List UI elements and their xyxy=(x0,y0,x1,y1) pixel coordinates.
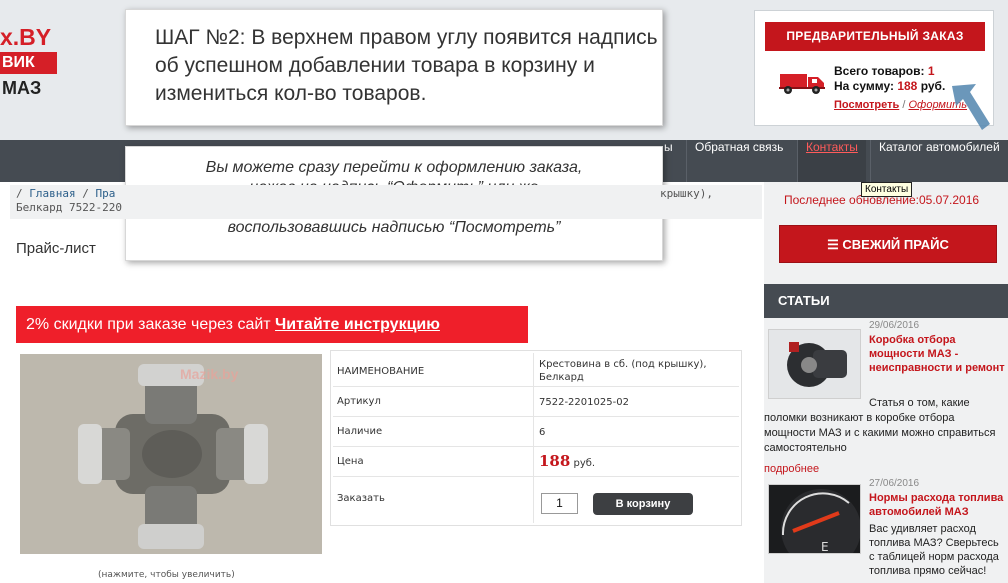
name-value: Крестовина в сб. (под крышку), Белкард xyxy=(539,359,707,383)
sum-value: 188 xyxy=(897,79,918,93)
article-title[interactable]: Нормы расхода топлива автомобилей МАЗ xyxy=(869,491,1005,519)
name-label: НАИМЕНОВАНИЕ xyxy=(337,366,425,377)
read-more-link[interactable]: подробнее xyxy=(764,463,819,475)
promo-instructions-link[interactable]: Читайте инструкцию xyxy=(275,316,440,333)
callout-step2-text: ШАГ №2: В верхнем правом углу появится н… xyxy=(155,26,658,105)
logo-text[interactable]: x.BY xyxy=(0,24,51,51)
cart-summary: Всего товаров: 1 На сумму: 188 руб. xyxy=(834,64,945,94)
instruction-callout-step2: ШАГ №2: В верхнем правом углу появится н… xyxy=(125,9,663,126)
total-items-label: Всего товаров: xyxy=(834,64,925,78)
sum-currency: руб. xyxy=(920,79,946,93)
article-title[interactable]: Коробка отбора мощности МАЗ - неисправно… xyxy=(869,333,1005,375)
cart-link-separator: / xyxy=(902,99,906,111)
article-value: 7522-2201025-02 xyxy=(539,397,629,408)
svg-text:E: E xyxy=(821,540,829,554)
article-thumbnail[interactable] xyxy=(768,329,861,399)
nav-item-feedback[interactable]: Обратная связь xyxy=(686,140,791,182)
cross-joint-image xyxy=(20,354,322,554)
sum-label: На сумму: xyxy=(834,79,894,93)
view-cart-link[interactable]: Посмотреть xyxy=(834,99,899,111)
price-cell: 188 руб. xyxy=(539,452,595,470)
price-value: 188 xyxy=(539,452,571,470)
truck-icon xyxy=(779,74,825,94)
fresh-price-button[interactable]: ☰ СВЕЖИЙ ПРАЙС xyxy=(779,225,997,263)
product-photo[interactable]: Mazik.by xyxy=(20,354,322,554)
nav-item-catalog[interactable]: Каталог автомобилей xyxy=(870,140,1008,182)
fresh-price-label: СВЕЖИЙ ПРАЙС xyxy=(842,237,949,252)
stock-label: Наличие xyxy=(337,426,383,437)
pointer-arrow-icon xyxy=(952,84,990,130)
list-icon: ☰ xyxy=(827,237,843,252)
tooltip: Контакты xyxy=(861,182,913,197)
nav-item-contacts[interactable]: Контакты xyxy=(797,140,866,182)
article-desc-full: Статья о том, какие поломки возникают в … xyxy=(764,397,996,454)
article-desc-2: Вас удивляет расход топлива МАЗ? Сверьте… xyxy=(869,523,999,577)
total-items-value: 1 xyxy=(927,64,935,78)
article-date: 29/06/2016 xyxy=(869,320,920,331)
watermark: Mazik.by xyxy=(180,366,239,382)
add-to-cart-button[interactable]: В корзину xyxy=(593,493,693,515)
logo-badge[interactable]: ВИК xyxy=(0,52,57,74)
article-thumbnail[interactable]: E xyxy=(768,484,861,554)
order-label: Заказать xyxy=(337,493,385,504)
stock-value: 6 xyxy=(539,427,546,438)
zoom-hint: (нажмите, чтобы увеличить) xyxy=(98,570,235,580)
breadcrumb-pricelist[interactable]: Пра xyxy=(95,187,115,200)
promo-banner: 2% скидки при заказе через сайт Читайте … xyxy=(16,306,528,343)
table-row: НАИМЕНОВАНИЕ Крестовина в сб. (под крышк… xyxy=(333,353,739,387)
article-label: Артикул xyxy=(337,396,381,407)
breadcrumb-line2: Белкард 7522-220 xyxy=(16,201,122,214)
breadcrumb-tail: крышку), xyxy=(660,187,713,200)
price-currency: руб. xyxy=(573,458,596,469)
preorder-button[interactable]: ПРЕДВАРИТЕЛЬНЫЙ ЗАКАЗ xyxy=(765,22,985,51)
table-row: Заказать 1 В корзину xyxy=(333,477,739,523)
sidebar: Последнее обновление:05.07.2016 ☰ СВЕЖИЙ… xyxy=(764,182,1008,583)
article-date: 27/06/2016 xyxy=(869,478,920,489)
logo-subtitle: МАЗ xyxy=(2,78,42,98)
page-title: Прайс-лист xyxy=(16,240,96,257)
quantity-input[interactable]: 1 xyxy=(541,493,578,514)
price-label: Цена xyxy=(337,456,364,467)
articles-heading: СТАТЬИ xyxy=(764,284,1008,318)
breadcrumb: / Главная / Пра крышку), Белкард 7522-220 xyxy=(10,185,762,219)
promo-text: 2% скидки при заказе через сайт xyxy=(26,316,276,333)
breadcrumb-home[interactable]: Главная xyxy=(29,187,75,200)
breadcrumb-sep: / xyxy=(82,187,89,200)
